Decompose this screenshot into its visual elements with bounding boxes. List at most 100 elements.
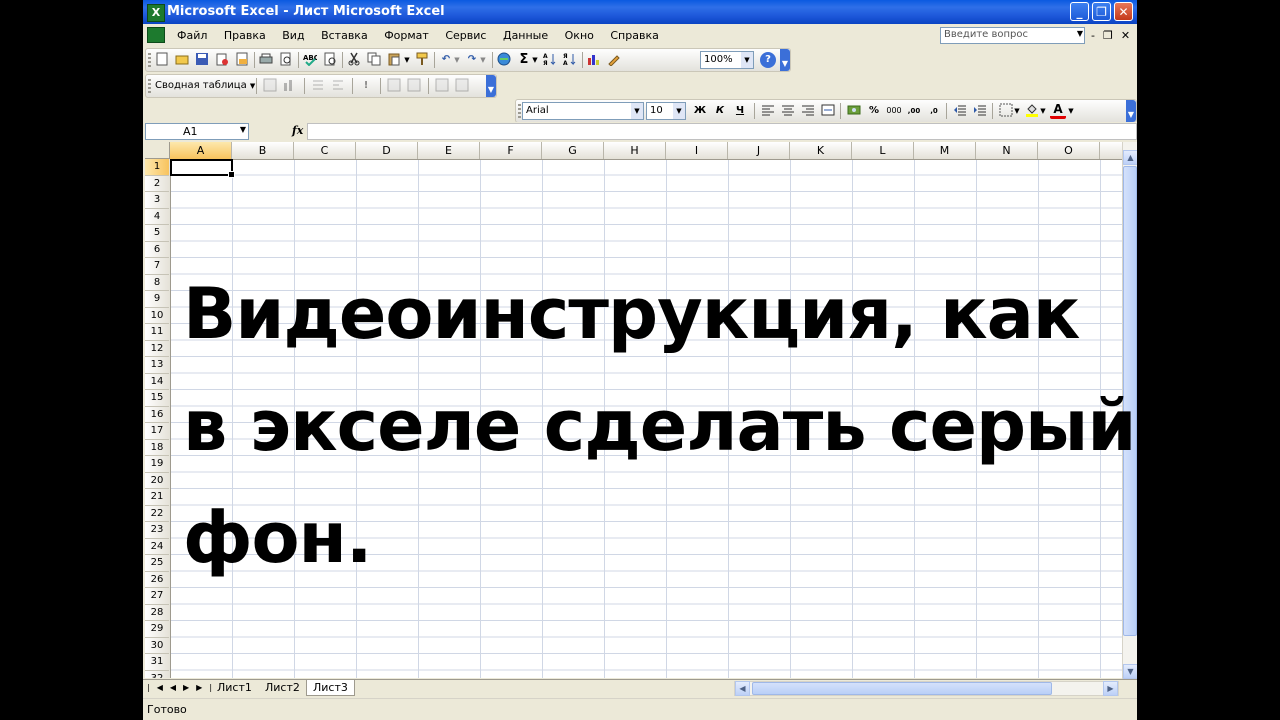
prev-sheet-icon[interactable]: ◀ bbox=[170, 683, 183, 692]
horizontal-scroll-thumb[interactable] bbox=[752, 682, 1052, 695]
scroll-right-button[interactable]: ▶ bbox=[1103, 681, 1118, 696]
row-header-22[interactable]: 22 bbox=[145, 506, 169, 522]
column-header-h[interactable]: H bbox=[604, 142, 666, 159]
font-color-button[interactable]: A bbox=[1050, 103, 1066, 119]
show-detail-icon[interactable] bbox=[330, 78, 346, 94]
chevron-down-icon[interactable]: ▼ bbox=[1077, 29, 1083, 38]
decrease-indent-icon[interactable] bbox=[952, 103, 968, 119]
copy-icon[interactable] bbox=[366, 52, 382, 68]
row-header-32[interactable]: 32 bbox=[145, 671, 169, 679]
row-header-25[interactable]: 25 bbox=[145, 555, 169, 572]
column-header-o[interactable]: O bbox=[1038, 142, 1100, 159]
column-header-i[interactable]: I bbox=[666, 142, 728, 159]
align-left-icon[interactable] bbox=[760, 103, 776, 119]
always-display-icon[interactable] bbox=[454, 78, 470, 94]
menu-help[interactable]: Справка bbox=[610, 29, 658, 42]
chevron-down-icon[interactable]: ▼ bbox=[240, 125, 246, 134]
research-icon[interactable] bbox=[322, 52, 338, 68]
email-icon[interactable] bbox=[234, 52, 250, 68]
sheet-tab-3[interactable]: Лист3 bbox=[306, 680, 355, 696]
hyperlink-icon[interactable] bbox=[496, 52, 512, 68]
column-header-n[interactable]: N bbox=[976, 142, 1038, 159]
row-header-13[interactable]: 13 bbox=[145, 357, 169, 374]
italic-button[interactable]: К bbox=[712, 103, 728, 119]
print-icon[interactable] bbox=[258, 52, 274, 68]
row-header-29[interactable]: 29 bbox=[145, 621, 169, 638]
chevron-down-icon[interactable]: ▼ bbox=[631, 103, 643, 119]
row-header-19[interactable]: 19 bbox=[145, 456, 169, 473]
minimize-button[interactable]: _ bbox=[1070, 2, 1089, 21]
chevron-down-icon[interactable]: ▼ bbox=[452, 52, 462, 68]
name-box[interactable]: A1 ▼ bbox=[145, 123, 249, 140]
menu-insert[interactable]: Вставка bbox=[321, 29, 368, 42]
column-header-a[interactable]: A bbox=[170, 142, 232, 159]
column-header-b[interactable]: B bbox=[232, 142, 294, 159]
toolbar-options-icon[interactable]: ▼ bbox=[780, 49, 790, 71]
row-header-9[interactable]: 9 bbox=[145, 291, 169, 308]
row-header-6[interactable]: 6 bbox=[145, 242, 169, 258]
title-bar[interactable]: X Microsoft Excel - Лист Microsoft Excel… bbox=[143, 0, 1137, 24]
new-icon[interactable] bbox=[154, 52, 170, 68]
restore-button[interactable]: ❐ bbox=[1092, 2, 1111, 21]
paste-icon[interactable] bbox=[386, 52, 402, 68]
toolbar-grip[interactable] bbox=[518, 104, 521, 118]
horizontal-scrollbar[interactable]: ◀ ▶ bbox=[734, 681, 1119, 696]
currency-icon[interactable] bbox=[846, 103, 862, 119]
cut-icon[interactable] bbox=[346, 52, 362, 68]
pivot-table-menu[interactable]: Сводная таблица ▼ bbox=[155, 80, 255, 91]
row-header-8[interactable]: 8 bbox=[145, 275, 169, 291]
chevron-down-icon[interactable]: ▼ bbox=[530, 52, 540, 68]
scroll-up-button[interactable]: ▲ bbox=[1123, 150, 1137, 165]
sheet-tab-1[interactable]: Лист1 bbox=[211, 680, 258, 696]
format-painter-icon[interactable] bbox=[414, 52, 430, 68]
row-header-30[interactable]: 30 bbox=[145, 638, 169, 654]
mdi-close-button[interactable]: ✕ bbox=[1121, 29, 1137, 42]
zoom-select[interactable]: 100% ▼ bbox=[700, 51, 754, 69]
column-header-e[interactable]: E bbox=[418, 142, 480, 159]
include-hidden-icon[interactable] bbox=[434, 78, 450, 94]
row-header-3[interactable]: 3 bbox=[145, 192, 169, 209]
toolbar-grip[interactable] bbox=[148, 79, 151, 93]
column-header-m[interactable]: M bbox=[914, 142, 976, 159]
help-icon[interactable]: ? bbox=[760, 52, 776, 68]
decrease-decimal-icon[interactable]: ,0 bbox=[926, 103, 942, 119]
column-header-k[interactable]: K bbox=[790, 142, 852, 159]
row-header-28[interactable]: 28 bbox=[145, 605, 169, 621]
row-header-5[interactable]: 5 bbox=[145, 225, 169, 242]
scroll-left-button[interactable]: ◀ bbox=[735, 681, 750, 696]
row-header-11[interactable]: 11 bbox=[145, 324, 169, 341]
mdi-restore-button[interactable]: ❐ bbox=[1103, 29, 1121, 42]
merge-center-icon[interactable] bbox=[820, 103, 836, 119]
menu-file[interactable]: Файл bbox=[177, 29, 207, 42]
chart-wizard-icon[interactable] bbox=[586, 52, 602, 68]
column-header-d[interactable]: D bbox=[356, 142, 418, 159]
chevron-down-icon[interactable]: ▼ bbox=[402, 52, 412, 68]
row-header-26[interactable]: 26 bbox=[145, 572, 169, 588]
active-cell[interactable] bbox=[170, 159, 235, 178]
menu-tools[interactable]: Сервис bbox=[445, 29, 486, 42]
toolbar-options-icon[interactable]: ▼ bbox=[1126, 100, 1136, 122]
select-all-button[interactable] bbox=[145, 142, 170, 159]
chevron-down-icon[interactable]: ▼ bbox=[673, 103, 685, 119]
row-header-12[interactable]: 12 bbox=[145, 341, 169, 357]
bold-button[interactable]: Ж bbox=[692, 103, 708, 119]
row-header-15[interactable]: 15 bbox=[145, 390, 169, 407]
row-header-27[interactable]: 27 bbox=[145, 588, 169, 605]
row-header-18[interactable]: 18 bbox=[145, 440, 169, 456]
row-header-2[interactable]: 2 bbox=[145, 176, 169, 192]
pivot-format-icon[interactable] bbox=[262, 78, 278, 94]
menu-format[interactable]: Формат bbox=[384, 29, 429, 42]
row-header-20[interactable]: 20 bbox=[145, 473, 169, 489]
chevron-down-icon[interactable]: ▼ bbox=[1012, 103, 1022, 119]
row-header-23[interactable]: 23 bbox=[145, 522, 169, 539]
field-settings-icon[interactable] bbox=[386, 78, 402, 94]
increase-decimal-icon[interactable]: ,00 bbox=[906, 103, 922, 119]
drawing-icon[interactable] bbox=[606, 52, 622, 68]
formula-input[interactable] bbox=[307, 123, 1137, 140]
menu-data[interactable]: Данные bbox=[503, 29, 548, 42]
row-header-17[interactable]: 17 bbox=[145, 423, 169, 440]
next-sheet-icon[interactable]: ▶ bbox=[183, 683, 196, 692]
font-size-select[interactable]: 10 ▼ bbox=[646, 102, 686, 120]
menu-window[interactable]: Окно bbox=[565, 29, 594, 42]
document-icon[interactable] bbox=[147, 27, 165, 43]
